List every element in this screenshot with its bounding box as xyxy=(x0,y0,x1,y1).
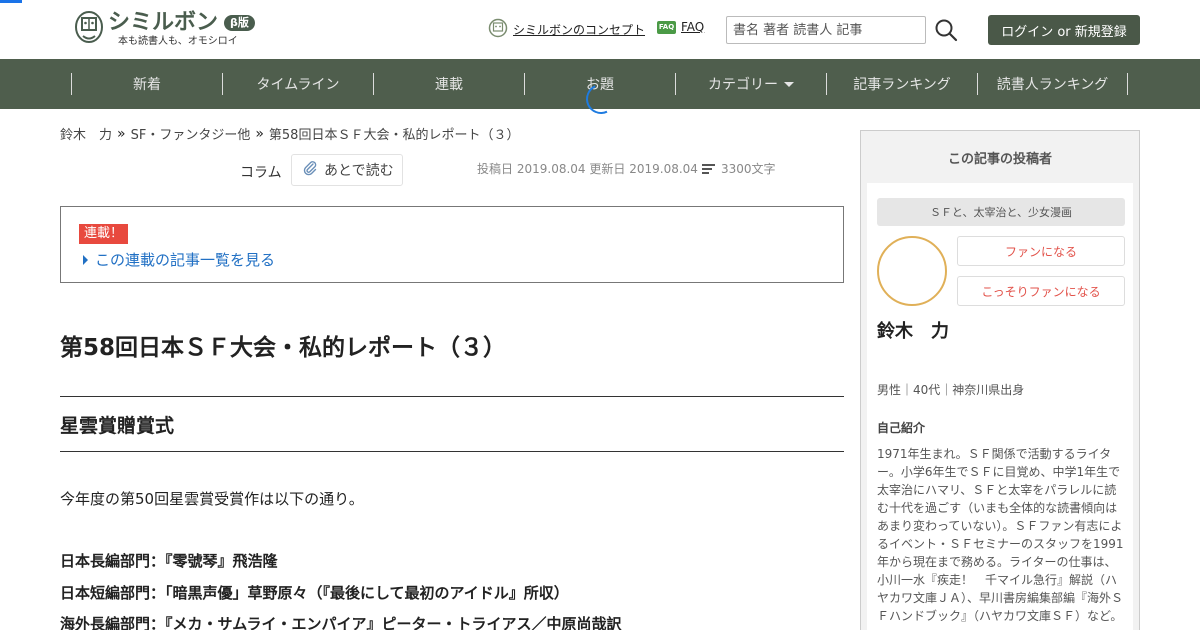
article-type-label: コラム xyxy=(240,165,282,181)
site-logo[interactable]: シミルボン β版 本も読書人も、オモシロイ xyxy=(74,10,274,50)
faq-link-label: FAQ xyxy=(681,20,705,34)
article-title: 第58回日本ＳＦ大会・私的レポート（３） xyxy=(60,335,507,361)
paperclip-icon xyxy=(302,160,318,180)
series-box: 連載！ この連載の記事一覧を見る xyxy=(60,206,844,283)
char-count: 3300文字 xyxy=(720,162,776,176)
breadcrumb-author[interactable]: 鈴木 力 xyxy=(60,124,112,143)
site-header: シミルボン β版 本も読書人も、オモシロイ シミルボンのコンセプト FAQ FA… xyxy=(0,0,1200,59)
nav-item-series[interactable]: 連載 xyxy=(373,73,524,95)
series-list-link[interactable]: この連載の記事一覧を見る xyxy=(83,249,275,270)
breadcrumb-separator: » xyxy=(117,125,126,142)
nav-item-label: カテゴリー xyxy=(708,77,778,93)
divider xyxy=(60,396,844,397)
nav-item-label: 記事ランキング xyxy=(853,77,951,93)
breadcrumb-category[interactable]: SF・ファンタジー他 xyxy=(131,124,251,143)
nav-item-label: 連載 xyxy=(435,77,463,93)
article-paragraph: 今年度の第50回星雲賞受賞作は以下の通り。 xyxy=(60,490,364,508)
divider xyxy=(60,451,844,452)
nav-item-label: タイムライン xyxy=(256,77,340,93)
logo-tagline: 本も読書人も、オモシロイ xyxy=(118,36,238,47)
nav-item-label: 読書人ランキング xyxy=(996,77,1109,93)
read-later-label: あとで読む xyxy=(324,163,394,179)
author-catchphrase: ＳＦと、太宰治と、少女漫画 xyxy=(877,198,1125,226)
caret-right-icon xyxy=(83,254,88,265)
nav-item-timeline[interactable]: タイムライン xyxy=(222,73,373,95)
read-later-button[interactable]: あとで読む xyxy=(291,154,403,186)
posted-date: 2019.08.04 xyxy=(516,161,586,176)
avatar[interactable] xyxy=(877,236,947,306)
search-icon[interactable] xyxy=(934,18,958,42)
beta-badge: β版 xyxy=(224,15,255,31)
caret-down-icon xyxy=(784,81,794,87)
book-face-logo-icon xyxy=(74,10,104,44)
search-input[interactable] xyxy=(726,16,926,44)
section-title: 星雲賞贈賞式 xyxy=(60,415,175,437)
faq-icon: FAQ xyxy=(657,20,676,34)
nav-item-article-ranking[interactable]: 記事ランキング xyxy=(826,73,977,95)
award-line: 海外長編部門：『メカ・サムライ・エンパイア』ピーター・トライアス／中原尚哉訳 xyxy=(60,615,622,630)
author-card: ＳＦと、太宰治と、少女漫画 ファンになる こっそりファンになる 鈴木 力 男性｜… xyxy=(867,183,1133,630)
mascot-icon xyxy=(488,18,508,41)
intro-label: 自己紹介 xyxy=(877,421,926,435)
updated-label: 更新日 xyxy=(589,162,626,176)
author-sidebar: この記事の投稿者 ＳＦと、太宰治と、少女漫画 ファンになる こっそりファンになる… xyxy=(860,130,1140,630)
nav-item-label: 新着 xyxy=(133,77,161,93)
concept-link-label: シミルボンのコンセプト xyxy=(513,23,646,37)
updated-date: 2019.08.04 xyxy=(629,161,698,176)
logo-name: シミルボン xyxy=(108,10,219,35)
sidebar-heading: この記事の投稿者 xyxy=(947,151,1052,167)
nav-item-category[interactable]: カテゴリー xyxy=(675,73,826,95)
become-fan-button[interactable]: ファンになる xyxy=(957,236,1125,266)
faq-link[interactable]: FAQ FAQ xyxy=(657,20,704,34)
author-name[interactable]: 鈴木 力 xyxy=(877,317,949,343)
focus-indicator xyxy=(0,0,22,3)
nav-item-reader-ranking[interactable]: 読書人ランキング xyxy=(977,73,1128,95)
nav-item-new[interactable]: 新着 xyxy=(71,73,222,95)
secret-fan-button[interactable]: こっそりファンになる xyxy=(957,276,1125,306)
text-lines-icon xyxy=(701,162,715,176)
concept-link[interactable]: シミルボンのコンセプト xyxy=(488,18,645,41)
intro-text: 1971年生まれ。ＳＦ関係で活動するライター。小学6年生でＳＦに目覚め、中学1年… xyxy=(877,447,1124,623)
series-badge: 連載！ xyxy=(79,224,129,244)
award-line: 日本長編部門：『零號琴』飛浩隆 xyxy=(60,552,278,570)
series-list-link-label: この連載の記事一覧を見る xyxy=(95,251,276,269)
breadcrumb-current: 第58回日本ＳＦ大会・私的レポート（３） xyxy=(268,128,520,143)
login-register-button[interactable]: ログイン or 新規登録 xyxy=(988,15,1140,45)
award-line: 日本短編部門：「暗黒声優」草野原々（『最後にして最初のアイドル』所収） xyxy=(60,584,569,602)
breadcrumb-separator: » xyxy=(255,125,264,142)
author-profile: 男性｜40代｜神奈川県出身 xyxy=(877,383,1025,397)
posted-label: 投稿日 xyxy=(477,162,514,176)
breadcrumb: 鈴木 力 » SF・ファンタジー他 » 第58回日本ＳＦ大会・私的レポート（３） xyxy=(60,124,520,144)
article-meta: 投稿日 2019.08.04 更新日 2019.08.04 3300文字 xyxy=(477,160,776,177)
